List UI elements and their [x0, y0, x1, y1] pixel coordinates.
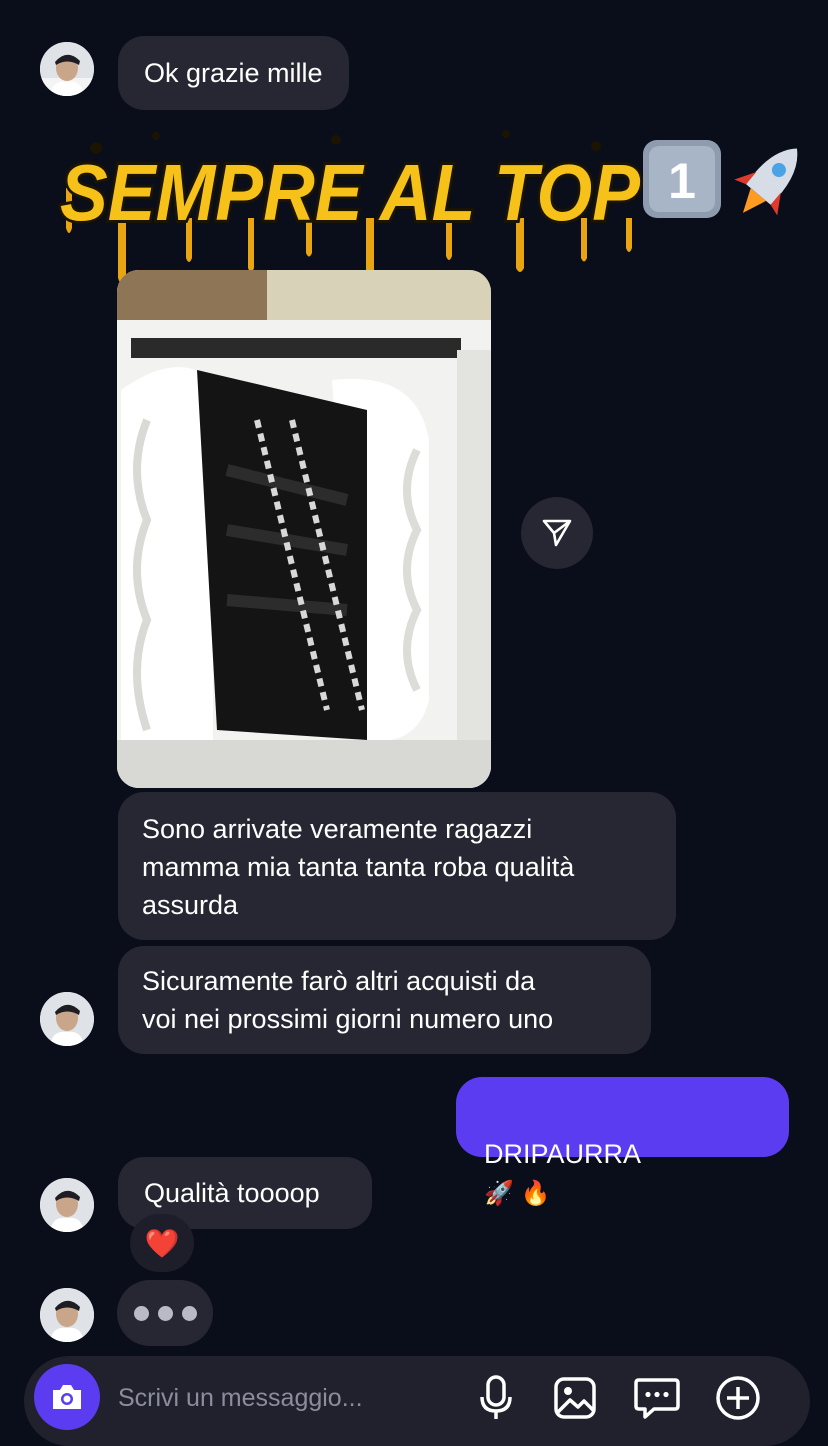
- rocket-icon: [734, 148, 798, 216]
- sempre-al-top-banner: SEMPRE AL TOP 1: [36, 118, 806, 288]
- heart-icon: ❤️: [144, 1227, 180, 1259]
- heart-reaction[interactable]: ❤️: [130, 1214, 194, 1272]
- chat-bubble-icon: [634, 1378, 680, 1419]
- contact-avatar[interactable]: [40, 42, 94, 96]
- share-button[interactable]: [521, 497, 593, 569]
- gallery-button[interactable]: [551, 1374, 599, 1422]
- contact-avatar[interactable]: [40, 1288, 94, 1342]
- typing-dot: [157, 1305, 173, 1321]
- message-composer: Scrivi un messaggio...: [24, 1356, 810, 1446]
- sent-message-text: DRIPAURRA: [484, 1139, 642, 1169]
- contact-avatar[interactable]: [40, 1178, 94, 1232]
- message-bubble-received[interactable]: Sicuramente farò altri acquisti da voi n…: [118, 946, 651, 1054]
- sneaker-photo[interactable]: [117, 270, 491, 788]
- camera-button[interactable]: [34, 1364, 100, 1430]
- typing-dot: [181, 1305, 197, 1321]
- more-options-button[interactable]: [714, 1374, 762, 1422]
- sticker-button[interactable]: [633, 1374, 681, 1422]
- banner-text: SEMPRE AL TOP: [60, 148, 641, 237]
- sent-emojis: 🚀 🔥: [484, 1180, 551, 1207]
- svg-text:1: 1: [668, 153, 696, 209]
- plus-circle-icon: [716, 1376, 760, 1420]
- image-icon: [554, 1377, 596, 1419]
- number-one-badge: 1: [643, 140, 721, 218]
- microphone-icon: [480, 1375, 512, 1419]
- message-bubble-received[interactable]: Sono arrivate veramente ragazzi mamma mi…: [118, 792, 676, 940]
- microphone-button[interactable]: [472, 1374, 520, 1422]
- message-bubble-sent[interactable]: DRIPAURRA 🚀 🔥: [456, 1077, 789, 1207]
- message-bubble-received[interactable]: Ok grazie mille: [118, 36, 349, 110]
- contact-avatar[interactable]: [40, 992, 94, 1046]
- message-input[interactable]: Scrivi un messaggio...: [118, 1384, 363, 1413]
- typing-dot: [133, 1305, 149, 1321]
- typing-indicator: [117, 1280, 213, 1346]
- paper-plane-icon: [542, 519, 572, 547]
- camera-icon: [53, 1385, 81, 1409]
